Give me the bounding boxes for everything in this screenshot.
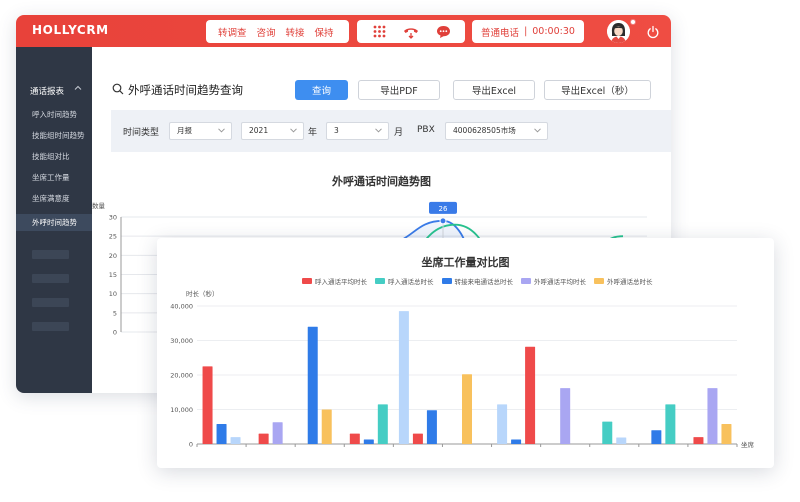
app-logo: HOLLYCRM xyxy=(32,23,109,37)
bar xyxy=(602,421,613,444)
y-axis-label: 数量 xyxy=(92,201,106,210)
dialpad-icon[interactable] xyxy=(371,24,387,40)
sidebar-placeholder xyxy=(32,298,69,307)
call-status: 普通电话 | 00:00:30 xyxy=(472,20,584,43)
call-timer: 00:00:30 xyxy=(532,26,575,37)
tooltip-value: 26 xyxy=(439,205,448,213)
y-tick-label: 30,000 xyxy=(170,337,193,345)
export-pdf-button[interactable]: 导出PDF xyxy=(358,80,440,100)
workload-bar-chart: 时长（秒） 0 10,000 20,000 30,000 40,000 坐席 xyxy=(170,289,755,449)
search-icon xyxy=(112,83,124,95)
status-divider: | xyxy=(524,26,528,37)
hold-button[interactable]: 保持 xyxy=(315,25,334,39)
chevron-up-icon[interactable] xyxy=(74,84,82,92)
y-tick-label: 5 xyxy=(113,309,117,317)
year-unit: 年 xyxy=(308,128,318,138)
hangup-icon[interactable] xyxy=(403,24,419,40)
month-select[interactable]: 3 xyxy=(326,122,389,140)
online-status-dot xyxy=(630,19,636,25)
chevron-down-icon xyxy=(290,128,297,133)
sidebar-section-call-reports[interactable]: 通话报表 xyxy=(30,85,64,97)
data-point xyxy=(439,217,447,225)
sidebar-item-outbound-trend[interactable]: 外呼时间趋势 xyxy=(16,214,92,231)
user-avatar[interactable] xyxy=(607,20,630,43)
y-tick-label: 15 xyxy=(109,271,117,279)
bar xyxy=(665,404,676,444)
bar xyxy=(560,388,571,444)
sidebar-placeholder xyxy=(32,250,69,259)
y-tick-label: 25 xyxy=(109,233,117,241)
workload-compare-card: 坐席工作量对比图 呼入通话平均时长 呼入通话总时长 转接来电通话总时长 外呼通话… xyxy=(157,238,774,468)
transfer-survey-button[interactable]: 转调查 xyxy=(218,25,247,39)
filter-bar: 时间类型 月报 2021 年 3 月 PBX 4000628505市场 xyxy=(111,110,671,152)
bar xyxy=(693,437,704,444)
y-tick-label: 10 xyxy=(109,290,117,298)
bar xyxy=(272,422,283,444)
power-icon[interactable] xyxy=(646,24,660,39)
x-axis-label: 坐席 xyxy=(741,440,755,449)
bar xyxy=(511,439,522,444)
sidebar-item-inbound-trend[interactable]: 呼入时间趋势 xyxy=(16,106,92,123)
y-tick-label: 0 xyxy=(113,329,117,337)
bar xyxy=(230,437,241,444)
y-tick-label: 20 xyxy=(109,252,117,260)
bar xyxy=(426,410,437,444)
trend-chart-title: 外呼通话时间趋势图 xyxy=(332,175,431,188)
time-type-value: 月报 xyxy=(177,126,192,135)
chevron-down-icon xyxy=(534,128,541,133)
sidebar-item-agent-satisfaction[interactable]: 坐席满意度 xyxy=(16,190,92,207)
bar xyxy=(216,423,227,444)
pbx-label: PBX xyxy=(417,125,435,135)
page-title: 外呼通话时间趋势查询 xyxy=(128,83,243,97)
year-select[interactable]: 2021 xyxy=(241,122,304,140)
month-value: 3 xyxy=(334,126,339,135)
bar xyxy=(398,311,409,444)
bar xyxy=(377,404,388,444)
sidebar-item-skillgroup-trend[interactable]: 技能组时间趋势 xyxy=(16,127,92,144)
y-tick-label: 40,000 xyxy=(170,303,193,311)
transfer-button[interactable]: 转接 xyxy=(286,25,305,39)
y-tick-label: 30 xyxy=(109,214,117,222)
sidebar-placeholder xyxy=(32,322,69,331)
bar xyxy=(321,409,332,444)
export-excel-seconds-button[interactable]: 导出Excel（秒） xyxy=(544,80,651,100)
bar xyxy=(258,433,269,444)
bar xyxy=(721,423,732,444)
bar xyxy=(202,366,213,444)
bar xyxy=(349,433,360,444)
time-type-select[interactable]: 月报 xyxy=(169,122,232,140)
pbx-value: 4000628505市场 xyxy=(453,126,516,135)
bar xyxy=(616,437,627,444)
chat-bubble-icon[interactable] xyxy=(435,24,451,40)
bar xyxy=(651,430,662,444)
bar xyxy=(363,439,374,444)
bar xyxy=(307,326,318,444)
y-tick-label: 0 xyxy=(189,441,193,449)
call-actions: 转调查 咨询 转接 保持 xyxy=(206,20,349,43)
sidebar-item-agent-workload[interactable]: 坐席工作量 xyxy=(16,169,92,186)
bar xyxy=(707,388,718,444)
pbx-select[interactable]: 4000628505市场 xyxy=(445,122,548,140)
query-button[interactable]: 查询 xyxy=(295,80,348,100)
call-type-label: 普通电话 xyxy=(481,27,520,39)
chevron-down-icon xyxy=(218,128,225,133)
chevron-down-icon xyxy=(375,128,382,133)
bar xyxy=(525,346,536,444)
export-excel-button[interactable]: 导出Excel xyxy=(453,80,535,100)
bar xyxy=(412,433,423,444)
year-value: 2021 xyxy=(249,126,269,135)
consult-button[interactable]: 咨询 xyxy=(257,25,276,39)
bar xyxy=(462,374,472,444)
y-axis-label: 时长（秒） xyxy=(186,289,219,298)
y-tick-label: 10,000 xyxy=(170,406,193,414)
sidebar: 通话报表 呼入时间趋势 技能组时间趋势 技能组对比 坐席工作量 坐席满意度 外呼… xyxy=(16,47,92,393)
time-type-label: 时间类型 xyxy=(123,128,160,138)
call-icon-bar xyxy=(357,20,465,43)
y-tick-label: 20,000 xyxy=(170,372,193,380)
top-bar: HOLLYCRM 转调查 咨询 转接 保持 普通电话 | 00:00:30 xyxy=(16,15,671,47)
month-unit: 月 xyxy=(394,128,404,138)
bar xyxy=(497,404,508,444)
sidebar-item-skillgroup-compare[interactable]: 技能组对比 xyxy=(16,148,92,165)
sidebar-placeholder xyxy=(32,274,69,283)
